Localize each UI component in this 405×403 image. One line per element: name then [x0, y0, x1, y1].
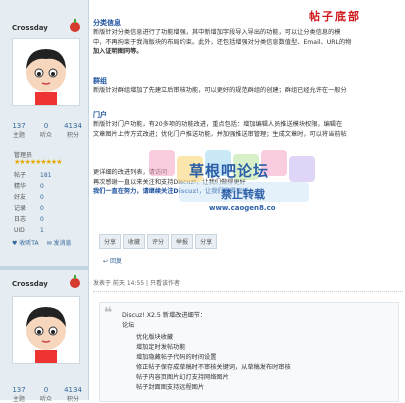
rate-button[interactable]: 评分	[147, 234, 170, 249]
profile-row-blogs: 日志 0	[14, 216, 44, 223]
share-button[interactable]: 分享	[99, 234, 122, 249]
post-content-area: 帖子底部 分类信息 新版针对分类信息进行了功能增强，其中新增加字段导入导出的功能…	[89, 0, 405, 402]
stat-credits[interactable]: 4134 积分	[60, 386, 86, 403]
username[interactable]: Crossday	[12, 280, 48, 288]
report-button[interactable]: 举报	[171, 234, 194, 249]
profile-row-uid: UID 1	[14, 227, 44, 234]
post1-author-panel: Crossday 137 主题 0 听众 4134 积分 管理员 ★★★★★★★★★ …	[0, 0, 88, 266]
quote-item: 增加隐藏帖子代码的时间设置	[136, 354, 217, 361]
section-body-classified: 新版针对分类信息进行了功能增强，其中新增加字段导入导出的功能，可以让分类信息的模…	[93, 29, 352, 55]
watermark: 草根吧论坛 禁止转载 www.caogen8.co	[149, 150, 339, 220]
stat-threads[interactable]: 137 主题	[6, 122, 32, 139]
user-actions: ♥ 收听TA ✉ 发消息	[12, 238, 72, 247]
section-title-portal: 门户	[93, 111, 107, 119]
section-body-groups: 新版针对群组增加了先建立后审核功能，可以更好的规范群组的创建；群组已经允许在一般…	[93, 87, 347, 94]
follow-button[interactable]: ♥ 收听TA	[12, 238, 39, 247]
post-meta-text: 发表于 前天 14:55 | 只看该作者	[93, 280, 180, 287]
quote-item: 帖子封面图支持远程图片	[136, 384, 205, 391]
quote-block: ❝ Discuz! X2.5 新增改进细节： 论坛 优化版块收藏 增加定时发帖功…	[99, 302, 399, 402]
post2-author-panel: Crossday 137 主题 0 听众 4134 积分	[0, 270, 88, 403]
section-body-portal: 新版针对门户功能，有20多项的功能改进，重点包括：增加编辑人员推送模块权限，编辑…	[93, 121, 347, 138]
user-stats: 137 主题 0 听众 4134 积分	[6, 386, 86, 403]
user-stats: 137 主题 0 听众 4134 积分	[6, 122, 86, 139]
favorite-button[interactable]: 收藏	[123, 234, 146, 249]
avatar-cartoon-boy-icon	[13, 297, 79, 363]
profile-info: 帖子 181 精华 0 好友 0 记录 0 日志 0 UID 1	[14, 170, 84, 236]
post-meta: 发表于 前天 14:55 | 只看该作者	[93, 278, 403, 292]
quote-title: Discuz! X2.5 新增改进细节：	[122, 312, 207, 319]
profile-row-posts: 帖子 181	[14, 172, 52, 179]
profile-row-digest: 精华 0	[14, 183, 44, 190]
profile-row-friends: 好友 0	[14, 194, 44, 201]
stat-followers[interactable]: 0 听众	[33, 122, 59, 139]
reply-link[interactable]: ↩ 回复	[103, 256, 122, 265]
avatar[interactable]	[12, 38, 80, 106]
stat-followers[interactable]: 0 听众	[33, 386, 59, 403]
avatar[interactable]	[12, 296, 80, 364]
share-button-2[interactable]: 分享	[195, 234, 218, 249]
online-apple-icon	[70, 275, 80, 288]
post-bottom-stamp: 帖子底部	[309, 10, 361, 23]
rank-stars-icon: ★★★★★★★★★	[14, 158, 62, 166]
quote-mark-icon: ❝	[104, 305, 113, 321]
stat-threads[interactable]: 137 主题	[6, 386, 32, 403]
username[interactable]: Crossday	[12, 24, 48, 32]
reply-icon: ↩	[103, 258, 109, 265]
quote-item: 帖子内容页图片幻灯支持网络图片	[136, 374, 229, 381]
section-title-classified: 分类信息	[93, 19, 121, 27]
quote-item: 增加定时发帖功能	[136, 344, 186, 351]
stat-credits[interactable]: 4134 积分	[60, 122, 86, 139]
online-apple-icon	[70, 19, 80, 32]
post-toolbar: 分享 收藏 评分 举报 分享	[99, 234, 218, 249]
quote-item: 修正帖子保存成草稿时不审核关键词，从草稿发布时审核	[136, 364, 291, 371]
section-title-groups: 群组	[93, 77, 107, 85]
quote-item: 优化版块收藏	[136, 334, 174, 341]
quote-subtitle: 论坛	[122, 322, 135, 329]
avatar-cartoon-boy-icon	[13, 39, 79, 105]
profile-row-records: 记录 0	[14, 205, 44, 212]
message-button[interactable]: ✉ 发消息	[47, 238, 72, 247]
